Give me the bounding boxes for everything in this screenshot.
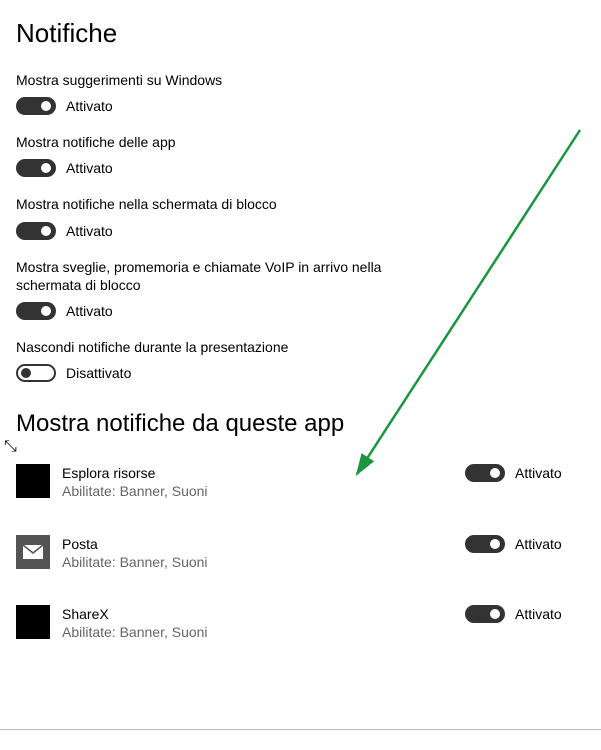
app-sub: Abilitate: Banner, Suoni (62, 623, 465, 641)
toggle-state-label: Attivato (66, 160, 113, 176)
setting-hide-presentation: Nascondi notifiche durante la presentazi… (16, 338, 585, 382)
app-row-sharex[interactable]: ShareX Abilitate: Banner, Suoni Attivato (16, 605, 585, 641)
toggle-state-label: Attivato (515, 465, 562, 481)
setting-label: Mostra notifiche nella schermata di bloc… (16, 195, 396, 213)
toggle-state-label: Attivato (515, 536, 562, 552)
toggle-alarms-voip[interactable] (16, 302, 56, 320)
apps-heading: Mostra notifiche da queste app (16, 410, 585, 438)
toggle-app-esplora-risorse[interactable] (465, 464, 505, 482)
mail-icon (16, 535, 50, 569)
setting-label: Mostra notifiche delle app (16, 133, 396, 151)
setting-alarms-voip: Mostra sveglie, promemoria e chiamate Vo… (16, 258, 585, 320)
toggle-state-label: Disattivato (66, 365, 131, 381)
setting-app-notifications: Mostra notifiche delle app Attivato (16, 133, 585, 177)
sharex-icon (16, 605, 50, 639)
toggle-app-posta[interactable] (465, 535, 505, 553)
setting-lockscreen-notifications: Mostra notifiche nella schermata di bloc… (16, 195, 585, 239)
app-row-esplora-risorse[interactable]: Esplora risorse Abilitate: Banner, Suoni… (16, 464, 585, 500)
toggle-state-label: Attivato (66, 98, 113, 114)
cursor-icon: ⤡ (4, 438, 17, 456)
toggle-state-label: Attivato (66, 223, 113, 239)
toggle-hide-presentation[interactable] (16, 364, 56, 382)
app-name: Posta (62, 535, 465, 553)
toggle-app-sharex[interactable] (465, 605, 505, 623)
app-name: ShareX (62, 605, 465, 623)
setting-label: Mostra suggerimenti su Windows (16, 71, 396, 89)
setting-windows-tips: Mostra suggerimenti su Windows Attivato (16, 71, 585, 115)
toggle-app-notifications[interactable] (16, 159, 56, 177)
app-name: Esplora risorse (62, 464, 465, 482)
toggle-state-label: Attivato (66, 303, 113, 319)
app-row-posta[interactable]: Posta Abilitate: Banner, Suoni Attivato (16, 535, 585, 571)
divider (0, 729, 601, 730)
setting-label: Nascondi notifiche durante la presentazi… (16, 338, 396, 356)
file-explorer-icon (16, 464, 50, 498)
toggle-windows-tips[interactable] (16, 97, 56, 115)
app-sub: Abilitate: Banner, Suoni (62, 482, 465, 500)
app-sub: Abilitate: Banner, Suoni (62, 553, 465, 571)
toggle-state-label: Attivato (515, 606, 562, 622)
setting-label: Mostra sveglie, promemoria e chiamate Vo… (16, 258, 396, 294)
toggle-lockscreen-notifications[interactable] (16, 222, 56, 240)
page-title: Notifiche (16, 18, 585, 49)
app-list: Esplora risorse Abilitate: Banner, Suoni… (16, 464, 585, 641)
